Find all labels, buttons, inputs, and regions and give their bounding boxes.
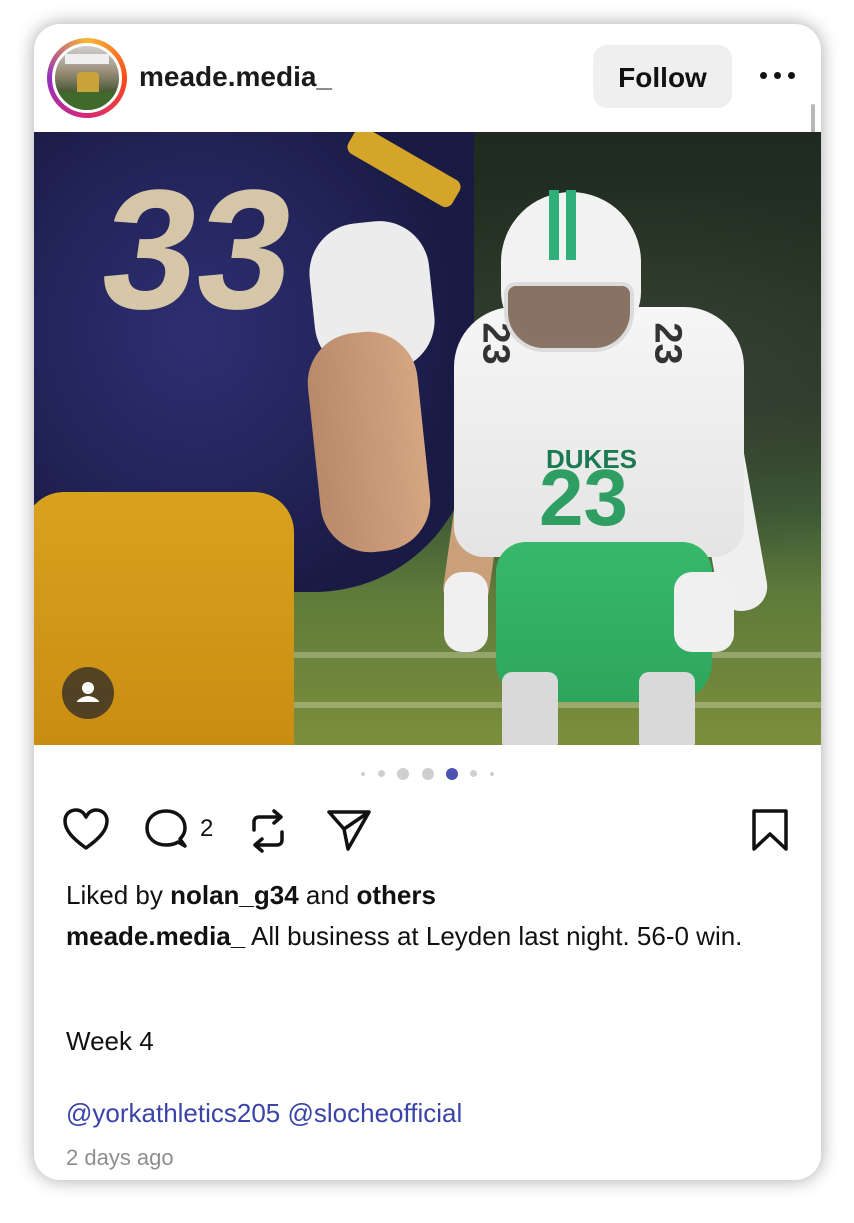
carousel-dot-active (445, 767, 458, 780)
carousel-dot (470, 770, 478, 778)
post-header: meade.media_ Follow (34, 24, 821, 134)
likes-middle: and (298, 880, 357, 910)
comment-count: 2 (200, 815, 214, 842)
person-tag-icon[interactable] (62, 667, 114, 719)
post-card: meade.media_ Follow 33 23 23 DUKES 23 2 … (34, 24, 821, 1180)
follow-button[interactable]: Follow (593, 45, 732, 108)
caption-author[interactable]: meade.media_ (66, 921, 245, 951)
send-icon[interactable] (326, 808, 372, 857)
post-image[interactable]: 33 23 23 DUKES 23 (34, 132, 821, 745)
carousel-dot (421, 767, 434, 780)
player-jersey-number: 23 (539, 453, 628, 542)
carousel-dot (377, 770, 385, 778)
player-left-leg (502, 672, 558, 745)
caption-text: All business at Leyden last night. 56-0 … (245, 921, 743, 951)
likes-prefix: Liked by (66, 880, 171, 910)
helmet-stripe (549, 190, 559, 260)
caption: meade.media_ All business at Leyden last… (66, 920, 786, 952)
player-right-glove (674, 572, 734, 652)
caption-line: Week 4 (66, 1026, 154, 1056)
player-right-leg (639, 672, 695, 745)
likes-summary: Liked by nolan_g34 and others (66, 880, 436, 911)
carousel-indicator (34, 765, 821, 781)
player-facemask (504, 282, 634, 352)
avatar-photo-sign (65, 54, 109, 64)
avatar[interactable] (52, 43, 122, 113)
scrollbar[interactable] (811, 104, 815, 134)
heart-icon[interactable] (62, 808, 110, 857)
caption-mentions[interactable]: @yorkathletics205 @slocheofficial (66, 1098, 462, 1129)
liked-by-others-link[interactable]: others (357, 880, 436, 910)
username[interactable]: meade.media_ (139, 61, 332, 93)
more-horizontal-icon[interactable] (760, 70, 796, 82)
post-timestamp: 2 days ago (66, 1145, 174, 1170)
repost-icon[interactable] (246, 808, 290, 859)
avatar-photo-ground (55, 92, 119, 110)
carousel-dot (397, 767, 410, 780)
avatar-story-ring[interactable] (47, 38, 127, 118)
player-left-glove (444, 572, 488, 652)
bookmark-icon[interactable] (750, 808, 790, 857)
opponent-number: 33 (90, 155, 307, 345)
player-sleeve-number: 23 (646, 322, 689, 365)
carousel-dot (361, 771, 366, 776)
comment-icon[interactable] (144, 808, 190, 859)
liked-by-user-link[interactable]: nolan_g34 (170, 880, 299, 910)
carousel-dot (489, 771, 494, 776)
helmet-stripe (566, 190, 576, 260)
